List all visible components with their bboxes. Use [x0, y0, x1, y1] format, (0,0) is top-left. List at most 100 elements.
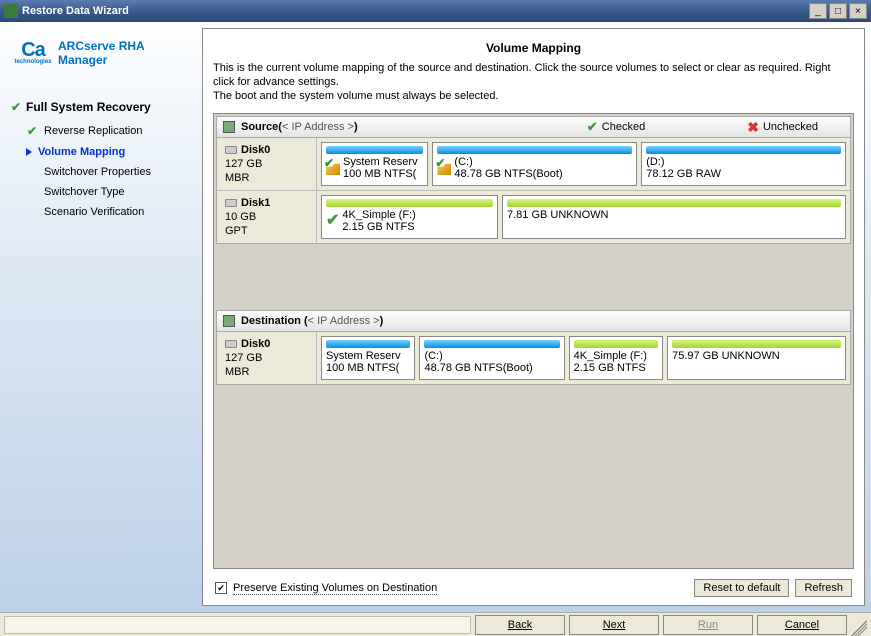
destination-icon [223, 315, 235, 327]
destination-partition: 75.97 GB UNKNOWN [667, 336, 846, 380]
source-partitions: System Reserv100 MB NTFS((C:)48.78 GB NT… [317, 138, 850, 190]
disk-icon [225, 146, 237, 154]
disk-name: Disk0 [241, 338, 270, 350]
app-icon [4, 4, 18, 18]
check-icon: ✔ [10, 100, 22, 114]
nav-item-label: Switchover Properties [44, 166, 151, 178]
partition-name: (C:) [454, 156, 562, 168]
partition-name: (D:) [646, 156, 721, 168]
source-disk-label: Disk110 GBGPT [217, 191, 317, 243]
destination-disk-row: Disk0127 GBMBRSystem Reserv100 MB NTFS((… [217, 332, 850, 384]
nav-item-0[interactable]: ✔ Reverse Replication [10, 120, 192, 142]
partition-name: (C:) [424, 350, 532, 362]
volume-checked-icon [326, 161, 340, 175]
nav-item-2[interactable]: Switchover Properties [10, 162, 192, 182]
partition-size: 78.12 GB RAW [646, 168, 721, 180]
source-label: Source(< IP Address >) [241, 121, 358, 133]
minimize-button[interactable]: _ [809, 3, 827, 19]
partition-bar [574, 340, 658, 348]
disk-size: 10 GB [225, 211, 308, 223]
disk-scheme: MBR [225, 366, 308, 378]
partition-size: 48.78 GB NTFS(Boot) [424, 362, 532, 374]
destination-partition: (C:)48.78 GB NTFS(Boot) [419, 336, 564, 380]
window-title: Restore Data Wizard [22, 5, 803, 17]
volume-checked-icon [437, 161, 451, 175]
destination-disk-label: Disk0 127 GB MBR [217, 332, 317, 384]
legend-unchecked-label: Unchecked [763, 121, 818, 133]
preserve-label[interactable]: Preserve Existing Volumes on Destination [233, 582, 437, 595]
maximize-button[interactable]: □ [829, 3, 847, 19]
source-partition[interactable]: (C:)48.78 GB NTFS(Boot) [432, 142, 637, 186]
product-line2: Manager [58, 53, 145, 67]
cancel-button[interactable]: Cancel [757, 615, 847, 635]
panel-footer: Preserve Existing Volumes on Destination… [213, 573, 854, 599]
disk-size: 127 GB [225, 158, 308, 170]
partition-name: 4K_Simple (F:) [342, 209, 415, 221]
source-partitions: ✔4K_Simple (F:)2.15 GB NTFS 7.81 GB UNKNO… [317, 191, 850, 243]
resize-grip-icon[interactable] [851, 620, 867, 636]
destination-disk-table: Disk0127 GBMBRSystem Reserv100 MB NTFS((… [216, 332, 851, 385]
partition-size: 48.78 GB NTFS(Boot) [454, 168, 562, 180]
refresh-button[interactable]: Refresh [795, 579, 852, 597]
next-button[interactable]: Next [569, 615, 659, 635]
back-button[interactable]: Back [475, 615, 565, 635]
source-header: Source(< IP Address >) ✔ Checked ✖ Unche… [216, 116, 851, 138]
partition-size: 7.81 GB UNKNOWN [507, 209, 608, 221]
nav-item-label: Volume Mapping [38, 146, 125, 158]
source-partition[interactable]: System Reserv100 MB NTFS( [321, 142, 428, 186]
body: Ca technologies ARCserve RHA Manager ✔ F… [0, 22, 871, 612]
partition-size: 2.15 GB NTFS [342, 221, 415, 233]
reset-button[interactable]: Reset to default [694, 579, 789, 597]
x-icon: ✖ [747, 119, 759, 136]
nav-items: ✔ Reverse Replication Volume Mapping Switch… [10, 120, 192, 222]
partition-bar [424, 340, 559, 348]
page-title: Volume Mapping [213, 41, 854, 55]
nav-root: ✔ Full System Recovery [10, 100, 192, 114]
partition-bar [646, 146, 841, 154]
nav-item-label: Reverse Replication [44, 125, 142, 137]
partition-size: 2.15 GB NTFS [574, 362, 647, 374]
partition-size: 100 MB NTFS( [343, 168, 418, 180]
run-button[interactable]: Run [663, 615, 753, 635]
sidebar: Ca technologies ARCserve RHA Manager ✔ F… [6, 28, 196, 606]
source-disk-row: Disk110 GBGPT✔4K_Simple (F:)2.15 GB NTFS… [217, 190, 850, 243]
check-icon: ✔ [26, 124, 38, 138]
partition-bar [507, 199, 841, 207]
product-name: ARCserve RHA Manager [58, 39, 145, 67]
main-panel: Volume Mapping This is the current volum… [202, 28, 865, 606]
close-button[interactable]: × [849, 3, 867, 19]
source-partition[interactable]: ✔4K_Simple (F:)2.15 GB NTFS [321, 195, 498, 239]
disk-icon [225, 340, 237, 348]
partition-bar [326, 199, 493, 207]
nav-item-3[interactable]: Switchover Type [10, 182, 192, 202]
status-strip [4, 616, 471, 634]
logo-text-bottom: technologies [14, 59, 51, 65]
nav-item-4[interactable]: Scenario Verification [10, 202, 192, 222]
wizard-button-bar: Back Next Run Cancel [0, 612, 871, 636]
check-icon: ✔ [587, 119, 598, 135]
nav-item-label: Switchover Type [44, 186, 125, 198]
page-desc-line1: This is the current volume mapping of th… [213, 62, 831, 88]
disk-name: Disk1 [241, 197, 270, 209]
mapping-area: Source(< IP Address >) ✔ Checked ✖ Unche… [213, 113, 854, 569]
nav-item-label: Scenario Verification [44, 206, 144, 218]
nav-item-1[interactable]: Volume Mapping [10, 142, 192, 162]
legend-checked-label: Checked [602, 121, 645, 133]
triangle-icon [26, 148, 32, 156]
branding: Ca technologies ARCserve RHA Manager [10, 34, 192, 72]
source-partition[interactable]: 7.81 GB UNKNOWN [502, 195, 846, 239]
window-buttons: _ □ × [807, 3, 867, 19]
source-partition[interactable]: (D:)78.12 GB RAW [641, 142, 846, 186]
disk-scheme: MBR [225, 172, 308, 184]
preserve-checkbox[interactable] [215, 582, 227, 594]
partition-bar [437, 146, 632, 154]
source-disk-label: Disk0 127 GB MBR [217, 138, 317, 190]
ca-logo-icon: Ca technologies [14, 34, 52, 72]
destination-partition: System Reserv100 MB NTFS( [321, 336, 415, 380]
destination-partitions: System Reserv100 MB NTFS((C:)48.78 GB NT… [317, 332, 850, 384]
disk-size: 127 GB [225, 352, 308, 364]
source-icon [223, 121, 235, 133]
destination-label: Destination (< IP Address >) [241, 315, 383, 327]
partition-bar [326, 146, 423, 154]
disk-name: Disk0 [241, 144, 270, 156]
